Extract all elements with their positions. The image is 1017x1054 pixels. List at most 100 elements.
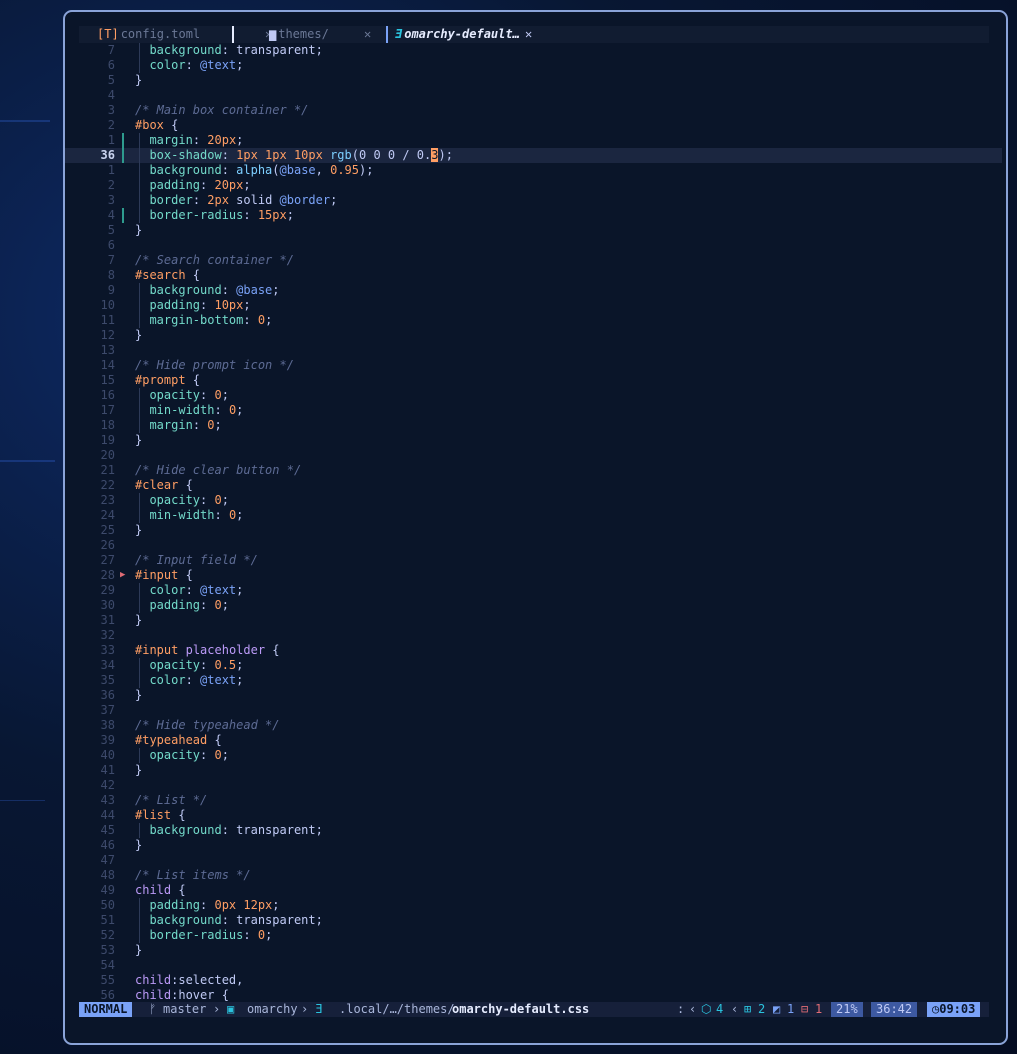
code-line[interactable]: 6 [65,238,1002,253]
code-line[interactable]: 51 background: transparent; [65,913,1002,928]
code-line[interactable]: 36} [65,688,1002,703]
code-line[interactable]: 4 border-radius: 15px; [65,208,1002,223]
code-token: padding [149,598,201,612]
code-line[interactable]: 3 /* Main box container */ [65,103,1002,118]
code-line[interactable]: 27 /* Input field */ [65,553,1002,568]
line-number: 44 [100,808,115,822]
code-line[interactable]: 52 border-radius: 0; [65,928,1002,943]
code-line[interactable]: 10 padding: 10px; [65,298,1002,313]
code-line[interactable]: 42 [65,778,1002,793]
git-added-icon: ⊞ [744,1002,752,1016]
code-line[interactable]: 7 background: transparent; [65,43,1002,58]
code-line[interactable]: 20 [65,448,1002,463]
code-token: background [149,913,222,927]
code-line[interactable]: 34 opacity: 0.5; [65,658,1002,673]
code-line[interactable]: 8 #search { [65,268,1002,283]
code-token: , [315,163,331,177]
code-token: color [149,58,186,72]
code-line[interactable]: 12} [65,328,1002,343]
code-line[interactable]: 2 padding: 20px; [65,178,1002,193]
code-line[interactable]: 31} [65,613,1002,628]
tab-themes[interactable]: ▆ themes/ ✕ [269,26,371,43]
code-line[interactable]: 39 #typeahead { [65,733,1002,748]
code-text: #search { [135,268,200,283]
code-line[interactable]: 33 #input placeholder { [65,643,1002,658]
code-line[interactable]: 22 #clear { [65,478,1002,493]
code-line[interactable]: 6 color: @text; [65,58,1002,73]
code-line[interactable]: 45 background: transparent; [65,823,1002,838]
code-line[interactable]: 18 margin: 0; [65,418,1002,433]
code-line[interactable]: 26 [65,538,1002,553]
tab-config-toml[interactable]: [T] config.toml ✕ [97,26,272,43]
code-line[interactable]: 25} [65,523,1002,538]
code-line[interactable]: 47 [65,853,1002,868]
code-line[interactable]: 23 opacity: 0; [65,493,1002,508]
fold-arrow-icon[interactable]: ▶ [120,568,125,583]
git-changed-count: 1 [787,1002,795,1016]
code-line[interactable]: 9 background: @base; [65,283,1002,298]
code-line[interactable]: 3 border: 2px solid @border; [65,193,1002,208]
code-line[interactable]: 16 opacity: 0; [65,388,1002,403]
code-line[interactable]: 21 /* Hide clear button */ [65,463,1002,478]
code-line[interactable]: 5} [65,223,1002,238]
code-line[interactable]: 48 /* List items */ [65,868,1002,883]
tab-omarchy-default-css[interactable]: Ǝomarchy-default… ✕ [395,26,532,43]
code-line[interactable]: 13 [65,343,1002,358]
code-line[interactable]: 14 /* Hide prompt icon */ [65,358,1002,373]
git-removed-count: 1 [815,1002,823,1016]
code-line[interactable]: 5} [65,73,1002,88]
code-token: /* List items */ [135,868,251,882]
code-line[interactable]: 17 min-width: 0; [65,403,1002,418]
code-line[interactable]: 11 margin-bottom: 0; [65,313,1002,328]
code-token: ; [272,898,280,912]
code-line[interactable]: 4 [65,88,1002,103]
git-changed-icon: ◩ [773,1002,781,1016]
code-line[interactable]: 54 [65,958,1002,973]
code-line[interactable]: 24 min-width: 0; [65,508,1002,523]
code-line[interactable]: 55 child:selected, [65,973,1002,988]
code-line[interactable]: 50 padding: 0px 12px; [65,898,1002,913]
code-line[interactable]: 36 box-shadow: 1px 1px 10px rgb(0 0 0 / … [65,148,1002,163]
code-line[interactable]: 41} [65,763,1002,778]
code-line[interactable]: 2 #box { [65,118,1002,133]
code-token: ; [236,58,244,72]
line-number: 23 [100,493,115,507]
code-line[interactable]: 35 color: @text; [65,673,1002,688]
code-line[interactable]: 29 color: @text; [65,583,1002,598]
code-token: #box [135,118,164,132]
code-line[interactable]: 53} [65,943,1002,958]
code-line[interactable]: 7 /* Search container */ [65,253,1002,268]
code-editor[interactable]: 7 background: transparent; 6 color: @text… [65,43,1002,1003]
line-number: 36 [100,688,115,702]
code-line[interactable]: 56 child:hover { [65,988,1002,1003]
close-icon[interactable]: ✕ [525,26,532,43]
code-token: #search [135,268,186,282]
code-token: : [185,673,201,687]
line-number: 7 [107,253,115,267]
code-line[interactable]: 40 opacity: 0; [65,748,1002,763]
code-line[interactable]: 19} [65,433,1002,448]
close-icon[interactable]: ✕ [364,26,371,43]
code-line[interactable]: 43 /* List */ [65,793,1002,808]
code-line[interactable]: 30 padding: 0; [65,598,1002,613]
code-line[interactable]: 46} [65,838,1002,853]
code-token: alpha [236,163,273,177]
line-number: 5 [107,223,115,237]
code-line[interactable]: 44 #list { [65,808,1002,823]
code-line[interactable]: 38 /* Hide typeahead */ [65,718,1002,733]
code-token: 1px 1px 10px [236,148,331,162]
code-line[interactable]: 15 #prompt { [65,373,1002,388]
code-line[interactable]: 32 [65,628,1002,643]
code-line[interactable]: 28 ▶ #input { [65,568,1002,583]
code-line[interactable]: 1 margin: 20px; [65,133,1002,148]
code-line[interactable]: 1 background: alpha(@base, 0.95); [65,163,1002,178]
code-token: /* Input field */ [135,553,258,567]
code-line[interactable]: 37 [65,703,1002,718]
code-token: : [214,508,229,522]
code-text: color: @text; [135,58,243,73]
code-line[interactable]: 49 child { [65,883,1002,898]
